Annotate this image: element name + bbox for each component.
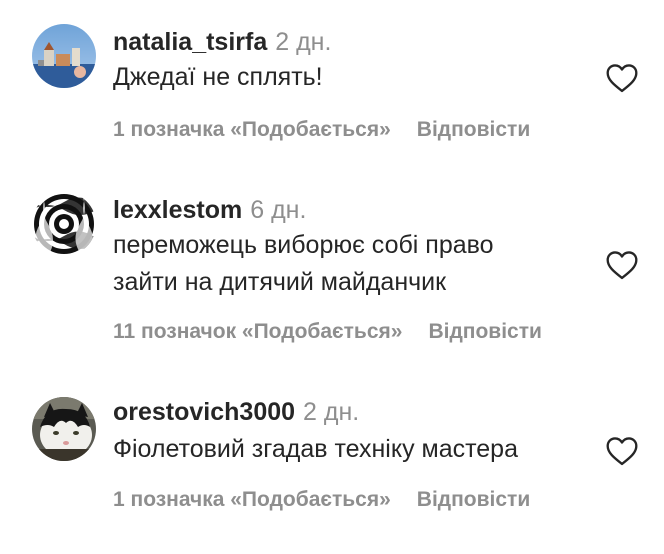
heart-outline-icon[interactable] [605,63,639,93]
username-link[interactable]: orestovich3000 [113,398,295,426]
comment-item: lexxlestom 6 дн. переможець виборює собі … [0,170,664,370]
timestamp[interactable]: 2 дн. [275,28,331,56]
comment-item: orestovich3000 2 дн. Фіолетовий згадав те… [0,370,664,554]
comment-header: orestovich3000 2 дн. [113,396,359,428]
heart-outline-icon[interactable] [605,250,639,280]
avatar[interactable] [32,192,96,256]
avatar[interactable] [32,397,96,461]
likes-count[interactable]: 1 позначка «Подобається» [113,118,391,141]
comment-text-line: Джедаї не сплять! [113,63,323,91]
reply-button[interactable]: Відповісти [417,488,530,511]
timestamp[interactable]: 6 дн. [250,196,306,224]
comment-text-line: Фіолетовий згадав техніку мастера [113,435,518,463]
likes-count[interactable]: 1 позначка «Подобається» [113,488,391,511]
comment-actions: 1 позначка «Подобається» Відповісти [113,116,530,144]
avatar[interactable] [32,24,96,88]
username-link[interactable]: lexxlestom [113,196,242,224]
comment-header: lexxlestom 6 дн. [113,194,306,226]
comment-text: Джедаї не сплять! [113,59,323,96]
comment-text-line: переможець виборює собі право [113,231,494,259]
comment-text: Фіолетовий згадав техніку мастера [113,431,518,468]
comment-item: natalia_tsirfa 2 дн. Джедаї не сплять! 1 … [0,0,664,170]
comment-text-line: зайти на дитячий майданчик [113,268,447,296]
likes-count[interactable]: 11 позначок «Подобається» [113,320,402,343]
heart-outline-icon[interactable] [605,436,639,466]
comment-header: natalia_tsirfa 2 дн. [113,26,331,58]
reply-button[interactable]: Відповісти [428,320,541,343]
timestamp[interactable]: 2 дн. [303,398,359,426]
username-link[interactable]: natalia_tsirfa [113,28,267,56]
comment-actions: 1 позначка «Подобається» Відповісти [113,486,530,514]
comment-text: переможець виборює собі право зайти на д… [113,227,494,301]
comment-actions: 11 позначок «Подобається» Відповісти [113,318,542,346]
reply-button[interactable]: Відповісти [417,118,530,141]
